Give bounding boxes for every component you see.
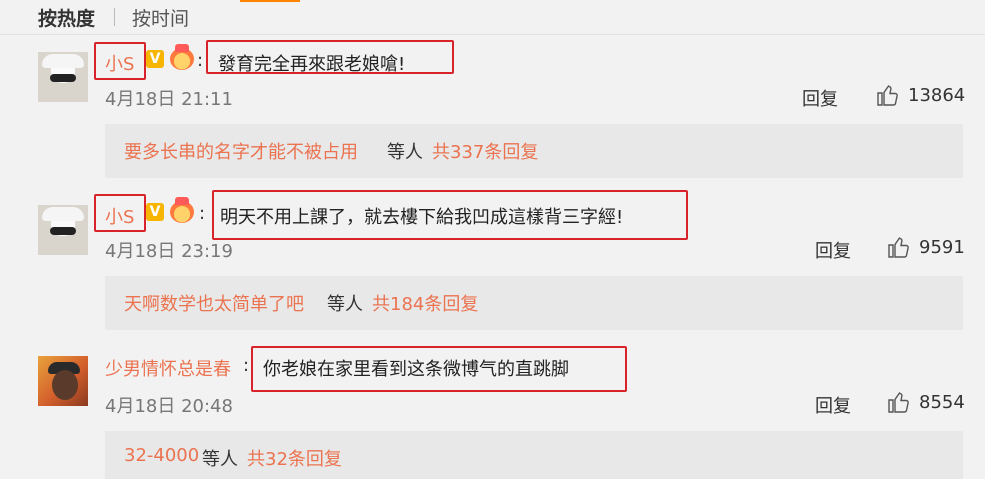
comment-time: 4月18日 20:48 (105, 396, 233, 417)
replies-preview[interactable]: 天啊数学也太简单了吧 等人 共184条回复 (105, 276, 963, 330)
hat-graphic (42, 54, 84, 68)
colon: : (197, 50, 204, 71)
reply-button[interactable]: 回复 (802, 85, 838, 111)
like-count: 13864 (908, 85, 966, 106)
reply-etc: 等人 (387, 142, 423, 163)
vip-crown-icon (170, 44, 194, 70)
avatar[interactable] (38, 52, 88, 102)
glasses-graphic (50, 74, 76, 82)
hat-graphic (42, 207, 84, 221)
verified-badge-icon: V (146, 203, 164, 221)
reply-etc: 等人 (327, 294, 363, 315)
reply-count-link[interactable]: 共32条回复 (247, 445, 342, 471)
accent-underline (240, 0, 300, 2)
comment-time: 4月18日 23:19 (105, 241, 233, 262)
glasses-graphic (50, 227, 76, 235)
sort-bar: 按热度 按时间 (0, 0, 985, 35)
reply-users[interactable]: 天啊数学也太简单了吧 (124, 290, 304, 316)
verified-badge-icon: V (146, 50, 164, 68)
reply-count-link[interactable]: 共184条回复 (372, 290, 478, 316)
avatar[interactable] (38, 356, 88, 406)
text-highlight-box (212, 190, 688, 240)
reply-count-link[interactable]: 共337条回复 (432, 138, 538, 164)
reply-users[interactable]: 32-4000 (124, 445, 199, 466)
comment-time: 4月18日 21:11 (105, 89, 233, 110)
reply-etc: 等人 (202, 449, 238, 470)
thumbs-up-icon[interactable] (876, 83, 900, 107)
author-highlight-box (94, 194, 146, 232)
avatar[interactable] (38, 205, 88, 255)
sort-by-hot[interactable]: 按热度 (38, 4, 95, 31)
reply-button[interactable]: 回复 (815, 237, 851, 263)
thumbs-up-icon[interactable] (887, 235, 911, 259)
author-highlight-box (94, 42, 146, 80)
text-highlight-box (206, 40, 454, 74)
face-graphic (52, 370, 78, 400)
replies-preview[interactable]: 要多长串的名字才能不被占用 等人 共337条回复 (105, 124, 963, 178)
like-count: 9591 (919, 237, 965, 258)
vip-crown-icon (170, 197, 194, 223)
colon: : (243, 355, 250, 376)
colon: : (199, 203, 206, 224)
thumbs-up-icon[interactable] (887, 390, 911, 414)
sort-by-time[interactable]: 按时间 (132, 4, 189, 31)
text-highlight-box (251, 346, 627, 392)
replies-preview[interactable]: 32-4000 等人 共32条回复 (105, 431, 963, 479)
reply-users[interactable]: 要多长串的名字才能不被占用 (124, 138, 358, 164)
sort-divider (114, 8, 115, 26)
like-count: 8554 (919, 392, 965, 413)
reply-button[interactable]: 回复 (815, 392, 851, 418)
comment-author[interactable]: 少男情怀总是春 (105, 355, 231, 381)
